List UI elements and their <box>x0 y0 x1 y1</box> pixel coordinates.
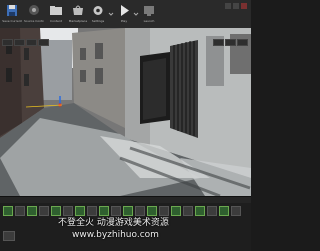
settings-button[interactable]: Settings <box>88 2 108 26</box>
far-building <box>40 40 72 100</box>
asset-tile[interactable] <box>219 206 229 216</box>
play-label: Play <box>120 19 128 23</box>
viewport-scene <box>0 28 251 196</box>
viewport-menu-button[interactable] <box>2 39 13 46</box>
window <box>80 48 86 60</box>
source-control-label: Source Control <box>24 19 44 23</box>
save-current-label: Save Current <box>2 19 22 23</box>
asset-tile[interactable] <box>3 231 15 241</box>
main-toolbar: Save Current Source Control Content Mark… <box>0 0 251 29</box>
watermark-url: www.byzhihuo.com <box>72 230 159 240</box>
watermark: 不登全火 动漫游戏美术资源 www.byzhihuo.com <box>58 215 208 240</box>
garage-interior <box>143 58 166 120</box>
grid-snap-button[interactable] <box>213 39 224 46</box>
marketplace-label: Marketplace <box>68 19 88 23</box>
viewport-transform-tools <box>213 31 249 46</box>
asset-tile[interactable] <box>15 206 25 216</box>
save-icon <box>7 5 17 16</box>
asset-tile[interactable] <box>39 206 49 216</box>
save-current-button[interactable]: Save Current <box>2 2 22 26</box>
launch-label: Launch <box>143 19 155 23</box>
rotation-snap-button[interactable] <box>225 39 236 46</box>
scale-snap-button[interactable] <box>237 39 248 46</box>
launch-icon <box>144 6 154 16</box>
play-button[interactable]: Play <box>114 2 134 26</box>
perspective-button[interactable] <box>14 39 25 46</box>
content-button[interactable]: Content <box>46 2 66 26</box>
marketplace-button[interactable]: Marketplace <box>68 2 88 26</box>
maximize-icon[interactable] <box>233 3 239 9</box>
lit-button[interactable] <box>26 39 37 46</box>
asset-tile[interactable] <box>231 206 241 216</box>
window <box>24 48 29 60</box>
show-button[interactable] <box>38 39 49 46</box>
launch-button[interactable]: Launch <box>139 2 159 26</box>
window <box>24 74 29 86</box>
viewport-options <box>2 31 50 46</box>
window <box>95 68 103 84</box>
content-label: Content <box>50 19 62 23</box>
gear-icon <box>93 6 103 15</box>
asset-tile[interactable] <box>207 206 217 216</box>
close-icon[interactable] <box>241 3 247 9</box>
window <box>6 68 12 82</box>
window <box>95 43 103 59</box>
asset-tile[interactable] <box>27 206 37 216</box>
source-control-icon <box>29 5 39 15</box>
window-controls <box>225 3 247 9</box>
minimize-icon[interactable] <box>225 3 231 9</box>
marketplace-icon <box>73 5 83 15</box>
level-viewport[interactable] <box>0 28 251 196</box>
play-icon <box>121 5 129 16</box>
source-control-button[interactable]: Source Control <box>24 2 44 26</box>
content-browser-icon <box>50 6 62 15</box>
watermark-title: 不登全火 动漫游戏美术资源 <box>58 218 169 228</box>
settings-label: Settings <box>91 19 105 23</box>
asset-tile[interactable] <box>3 206 13 216</box>
window <box>80 70 86 82</box>
